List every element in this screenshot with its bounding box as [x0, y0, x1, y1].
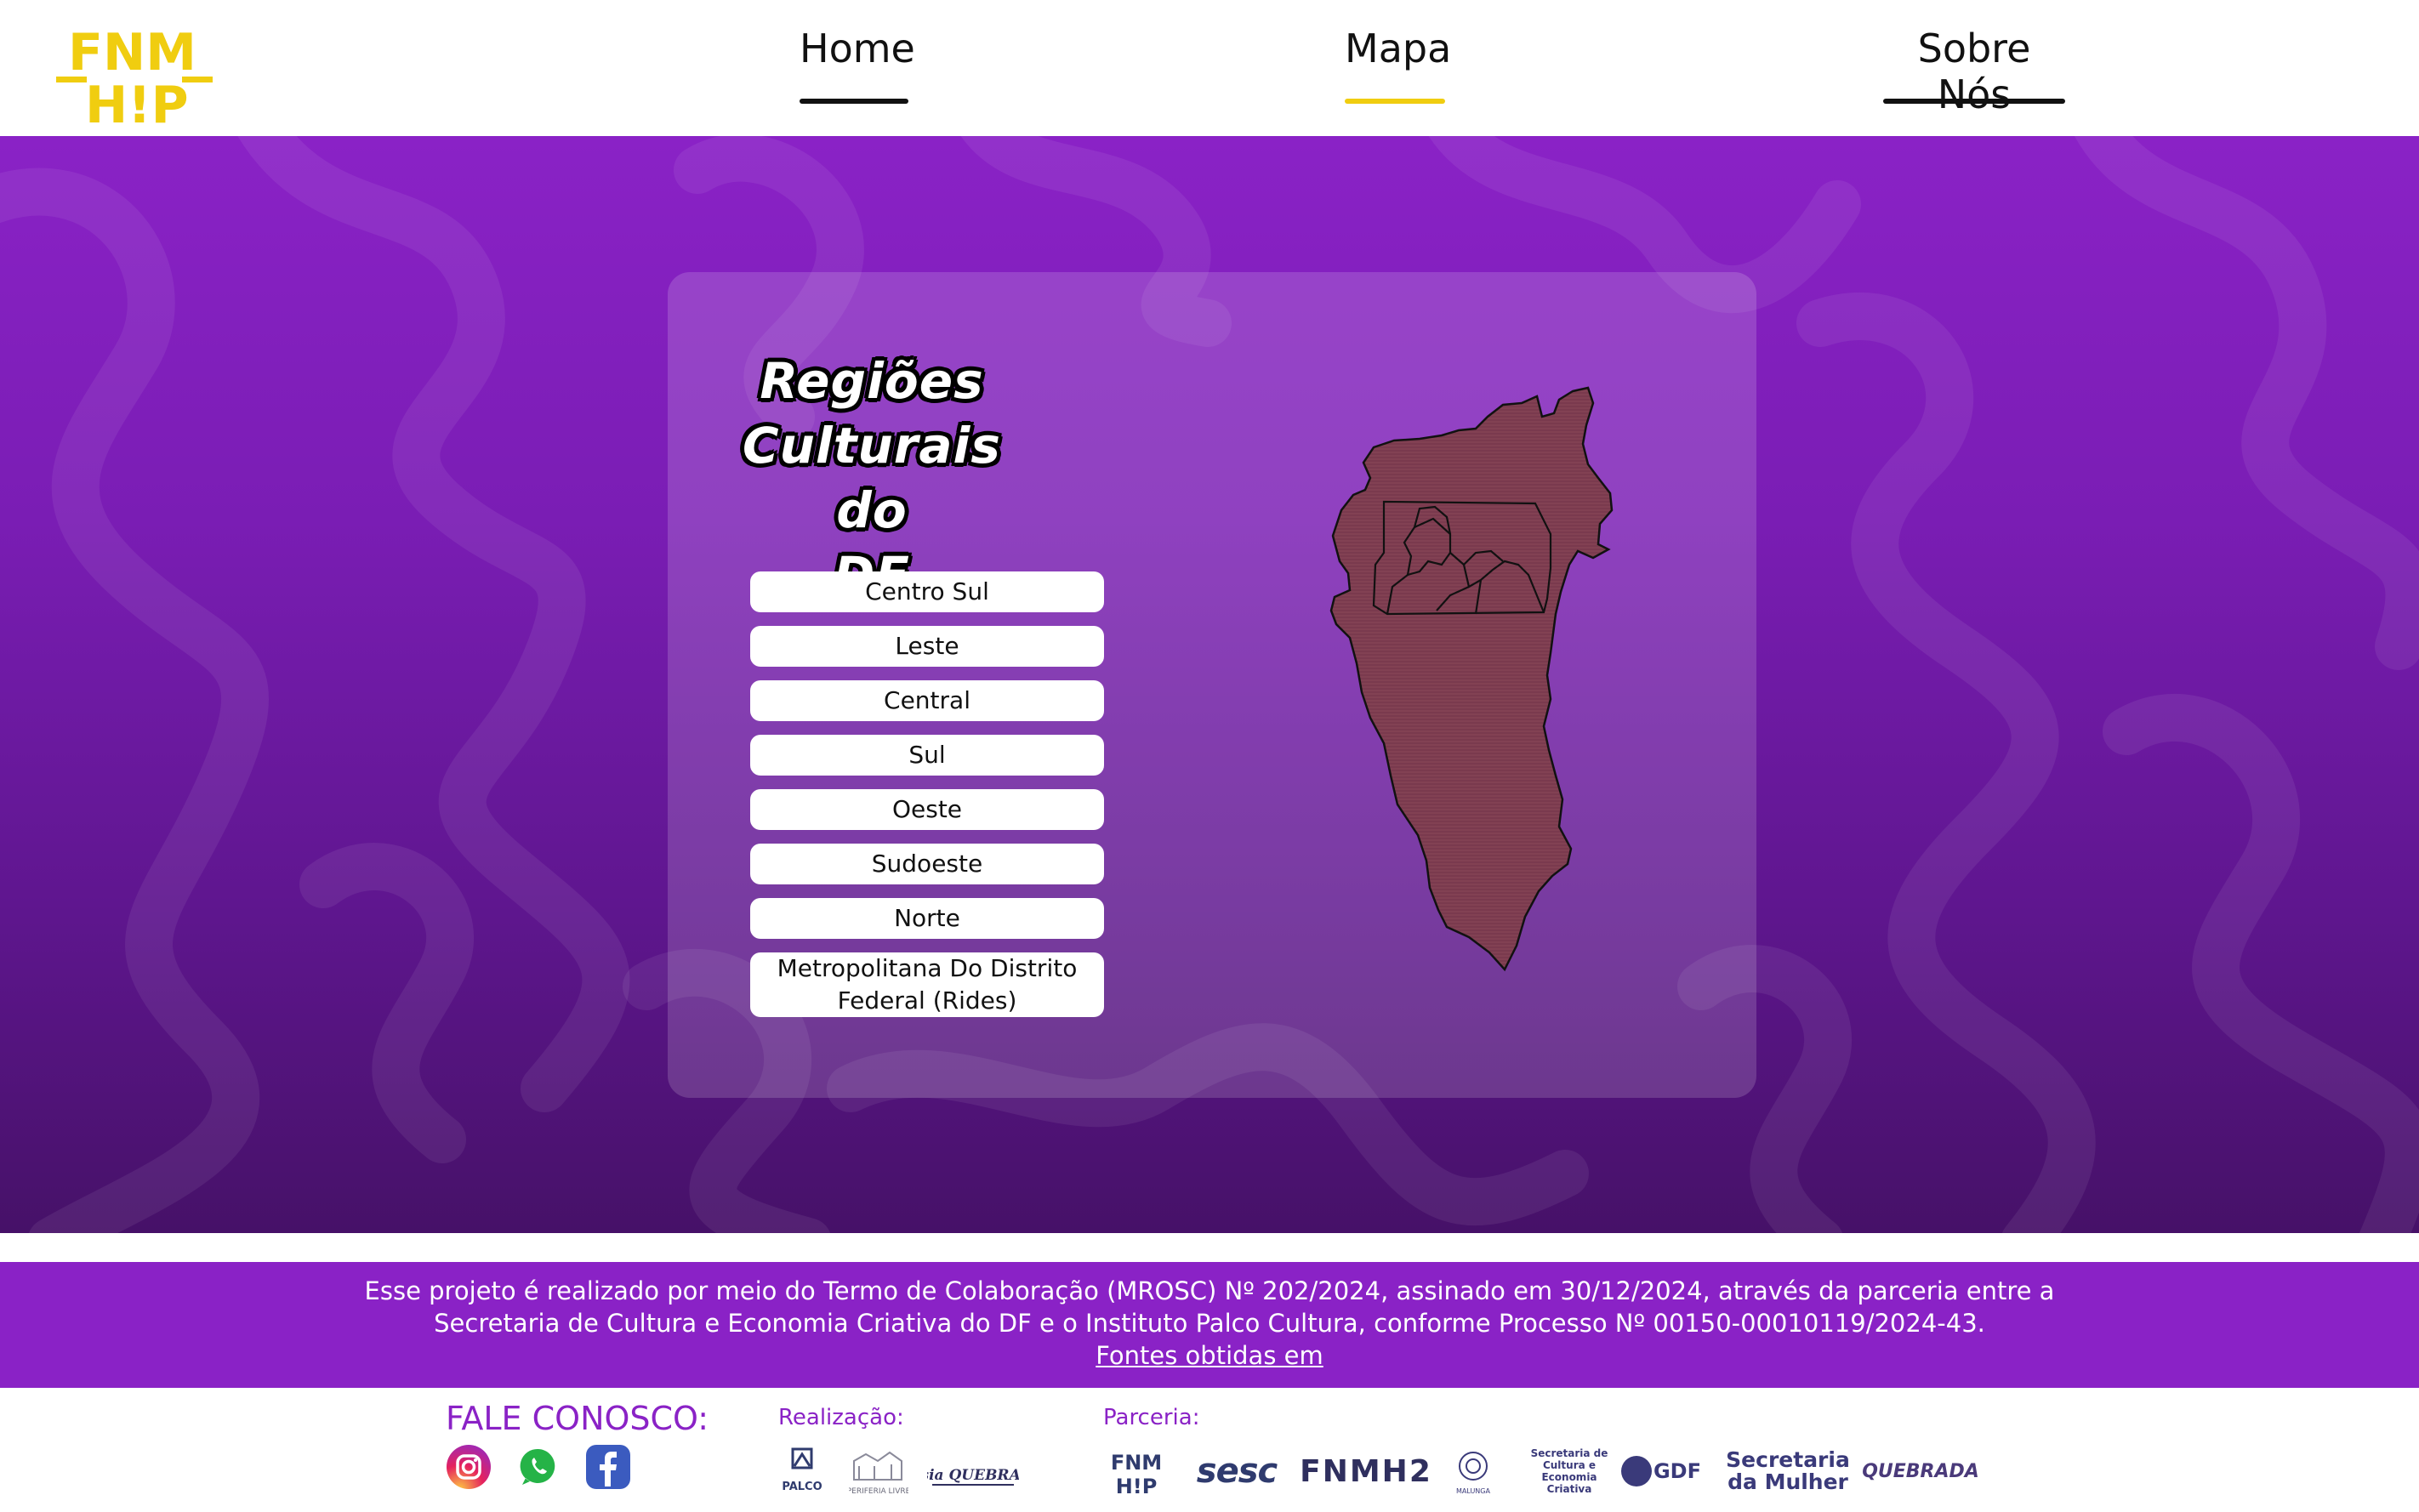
region-button-norte[interactable]: Norte [750, 898, 1104, 939]
region-button-centro-sul[interactable]: Centro Sul [750, 571, 1104, 612]
instagram-icon[interactable] [446, 1444, 492, 1490]
nav-mapa-label: Mapa [1345, 26, 1452, 71]
regions-title: Regiões Culturais do DF [743, 352, 1001, 604]
region-button-central[interactable]: Central [750, 680, 1104, 721]
nav-sobre-nos-underline [1883, 99, 2065, 104]
regions-card: Regiões Culturais do DF Centro Sul Leste… [668, 272, 1756, 1098]
svg-text:H!P: H!P [1116, 1475, 1158, 1497]
malunga-logo[interactable]: MALUNGA [1451, 1446, 1495, 1497]
notice-line-1: Esse projeto é realizado por meio do Ter… [364, 1276, 2055, 1305]
secretaria-mulher-logo[interactable]: Secretaria da Mulher [1726, 1446, 1850, 1497]
region-button-sul[interactable]: Sul [750, 735, 1104, 776]
hero-section: Regiões Culturais do DF Centro Sul Leste… [0, 136, 2419, 1233]
nav-home-label: Home [800, 26, 915, 71]
palco-logo[interactable]: PALCO [776, 1446, 828, 1497]
nav-sobre-nos[interactable]: Sobre Nós [1883, 26, 2065, 117]
conexoes-quebrada-logo[interactable]: QUEBRADA [1862, 1446, 1979, 1497]
project-notice: Esse projeto é realizado por meio do Ter… [0, 1262, 2419, 1388]
svg-text:PERIFERIA LIVRE: PERIFERIA LIVRE [849, 1487, 908, 1496]
gdf-logo[interactable]: GDF [1618, 1446, 1706, 1497]
nav-home[interactable]: Home [800, 26, 915, 104]
svg-text:FNM: FNM [68, 23, 196, 82]
sesc-logo[interactable]: sesc [1196, 1446, 1278, 1497]
svg-text:MALUNGA: MALUNGA [1456, 1487, 1490, 1495]
map-outline-rides[interactable] [1329, 386, 1614, 972]
fnm-hip-logo[interactable]: FNM H!P [56, 22, 213, 128]
nav-mapa-underline-active [1345, 99, 1445, 104]
region-list: Centro Sul Leste Central Sul Oeste Sudoe… [750, 571, 1104, 1031]
site-header: FNM H!P Home Mapa Sobre Nós [0, 0, 2419, 136]
secretaria-cultura-logo[interactable]: Secretaria de Cultura e Economia Criativ… [1523, 1446, 1616, 1497]
nav-mapa[interactable]: Mapa [1345, 26, 1451, 104]
periferia-livre-logo[interactable]: PERIFERIA LIVRE [849, 1446, 908, 1497]
parceria-label: Parceria: [1103, 1405, 1200, 1430]
svg-text:Poesia QUEBRADAS: Poesia QUEBRADAS [927, 1467, 1019, 1484]
facebook-icon[interactable] [585, 1444, 631, 1490]
svg-text:PALCO: PALCO [782, 1481, 822, 1493]
nav-home-underline [800, 99, 908, 104]
region-button-rides[interactable]: Metropolitana Do Distrito Federal (Rides… [750, 952, 1104, 1017]
fnm-hip-partner-logo[interactable]: FNM H!P [1104, 1446, 1169, 1497]
whatsapp-icon[interactable] [515, 1444, 561, 1490]
svg-text:GDF: GDF [1653, 1459, 1701, 1483]
region-button-oeste[interactable]: Oeste [750, 789, 1104, 830]
region-button-sudoeste[interactable]: Sudoeste [750, 844, 1104, 884]
realizacao-label: Realização: [778, 1405, 904, 1430]
fnmh2-logo[interactable]: FNMH2 [1300, 1446, 1431, 1497]
svg-text:FNM: FNM [1111, 1451, 1162, 1475]
poesia-quebradas-logo[interactable]: Poesia QUEBRADAS [927, 1446, 1019, 1497]
df-regions-map[interactable] [1195, 383, 1671, 1012]
contact-title: FALE CONOSCO: [446, 1400, 709, 1437]
notice-line-2: Secretaria de Cultura e Economia Criativ… [434, 1309, 1985, 1338]
svg-text:H!P: H!P [85, 76, 189, 128]
sources-link[interactable]: Fontes obtidas em [1096, 1341, 1323, 1370]
region-button-leste[interactable]: Leste [750, 626, 1104, 667]
